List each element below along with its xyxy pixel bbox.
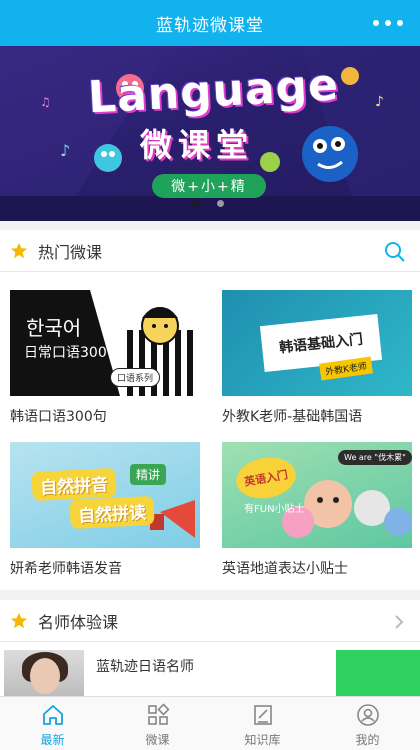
section-header: 热门微课 (0, 230, 420, 272)
search-icon[interactable] (384, 241, 406, 263)
course-title: 韩语口语300句 (10, 409, 107, 425)
course-thumbnail: 한국어 日常口语300句 口语系列 (10, 290, 200, 396)
course-card[interactable]: 한국어 日常口语300句 口语系列 韩语口语300句 (10, 290, 200, 426)
course-card[interactable]: 自然拼音 自然拼读 精讲 妍希老师韩语发音 (10, 442, 200, 578)
svg-text:♫: ♫ (40, 95, 51, 109)
section-title: 热门微课 (38, 242, 103, 262)
course-card[interactable]: 英语入门 有FUN小贴士 We are "伐木累" 英语地道表达小贴士 (222, 442, 412, 578)
thumb-badge: 精讲 (130, 464, 167, 485)
home-icon (42, 705, 63, 725)
grid-icon (147, 703, 170, 725)
hot-courses-section: 热门微课 한국어 日常口语300句 口语系列 韩语口语300句 韩语基础入门 外… (0, 230, 420, 590)
teacher-item[interactable]: 蓝轨迹日语名师 (0, 650, 420, 696)
promo-banner[interactable]: ♪ ♪ ♫ Language 微课堂 微+小+精 (0, 46, 420, 221)
thumb-korean: 한국어 (26, 316, 82, 340)
course-thumbnail: 韩语基础入门 外教K老师 (222, 290, 412, 396)
thumb-line2: 自然拼读 (69, 495, 155, 530)
chevron-right-icon[interactable] (394, 614, 404, 630)
svg-text:♪: ♪ (375, 94, 384, 110)
bottom-tab-bar: 最新 微课 知识库 我的 (0, 696, 420, 750)
teacher-cta[interactable] (336, 650, 420, 696)
course-title: 英语地道表达小贴士 (222, 561, 348, 577)
thumb-tag: 口语系列 (110, 368, 161, 387)
thumb-badge: We are "伐木累" (338, 450, 412, 465)
thumb-title: 日常口语300句 (24, 345, 121, 361)
tab-knowledge[interactable]: 知识库 (210, 697, 315, 750)
user-icon (356, 704, 379, 726)
tab-micro-course[interactable]: 微课 (105, 697, 210, 750)
tab-mine[interactable]: 我的 (315, 697, 420, 750)
app-header: 蓝轨迹微课堂 (0, 0, 420, 46)
thumb-line: 有FUN小贴士 (244, 504, 305, 515)
banner-pill: 微+小+精 (152, 174, 266, 198)
note-icon (253, 705, 272, 725)
thumb-line1: 自然拼音 (31, 467, 117, 502)
course-thumbnail: 自然拼音 自然拼读 精讲 (10, 442, 200, 548)
teacher-section: 名师体验课 蓝轨迹日语名师 (0, 600, 420, 696)
banner-subtitle: 微课堂 (140, 126, 255, 164)
carousel-dot[interactable] (192, 200, 199, 207)
star-icon (10, 242, 28, 258)
course-title: 外教K老师-基础韩国语 (222, 409, 363, 425)
carousel-dot[interactable] (217, 200, 224, 207)
tab-label: 微课 (145, 733, 170, 747)
tab-label: 知识库 (244, 733, 281, 747)
tab-label: 我的 (355, 733, 380, 747)
section-header[interactable]: 名师体验课 (0, 600, 420, 642)
more-icon[interactable] (370, 14, 406, 32)
svg-text:♪: ♪ (60, 141, 70, 160)
carousel-indicator (192, 200, 224, 207)
course-thumbnail: 英语入门 有FUN小贴士 We are "伐木累" (222, 442, 412, 548)
star-icon (10, 612, 28, 628)
avatar (4, 650, 84, 696)
section-title: 名师体验课 (38, 612, 119, 632)
app-title: 蓝轨迹微课堂 (156, 15, 264, 36)
tab-latest[interactable]: 最新 (0, 697, 105, 750)
teacher-name: 蓝轨迹日语名师 (96, 659, 194, 675)
course-card[interactable]: 韩语基础入门 外教K老师 外教K老师-基础韩国语 (222, 290, 412, 426)
tab-label: 最新 (40, 733, 65, 747)
course-title: 妍希老师韩语发音 (10, 561, 122, 577)
